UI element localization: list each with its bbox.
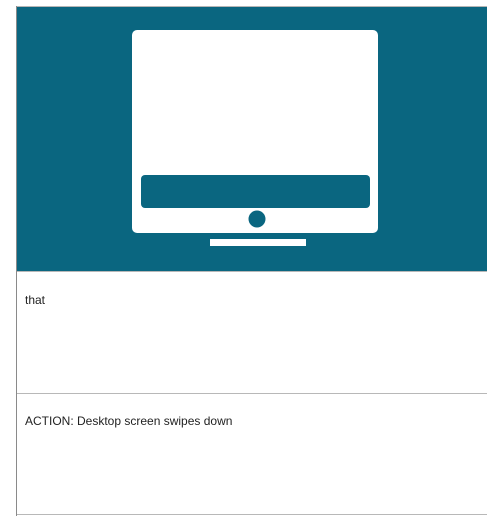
desktop-monitor-icon [132,30,378,246]
monitor-stand [210,239,306,246]
panel-divider [17,271,487,272]
storyboard-frame: that ACTION: Desktop screen swipes down [0,0,487,516]
panel-divider [17,393,487,394]
dialogue-text: that [25,293,46,307]
panel-divider [17,514,487,515]
action-text: ACTION: Desktop screen swipes down [25,414,233,428]
power-button-dot [248,210,266,228]
illustration-panel [17,6,487,272]
monitor-chin-bar [141,175,370,208]
